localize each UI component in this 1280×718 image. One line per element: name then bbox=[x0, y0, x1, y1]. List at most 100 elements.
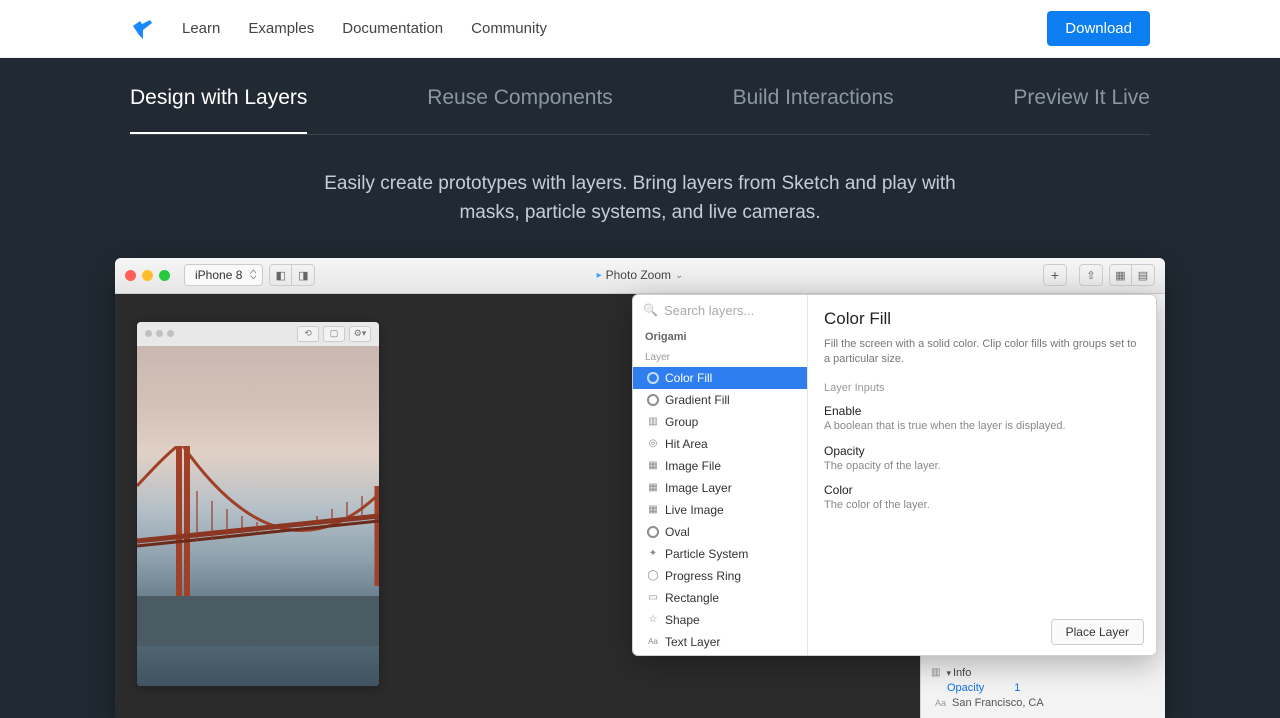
settings-icon[interactable]: ⚙▾ bbox=[349, 326, 371, 342]
prop-desc: The opacity of the layer. bbox=[824, 459, 1140, 474]
right-panel-icon[interactable]: ◨ bbox=[292, 265, 314, 285]
layer-item-live-image[interactable]: Live Image bbox=[633, 499, 807, 521]
layer-item-label: Progress Ring bbox=[665, 569, 741, 583]
document-title[interactable]: ▸ Photo Zoom bbox=[597, 268, 684, 282]
layer-item-oval[interactable]: Oval bbox=[633, 521, 807, 543]
rect-icon bbox=[647, 592, 659, 604]
camera-icon[interactable]: ▢ bbox=[323, 326, 345, 342]
layer-item-progress-ring[interactable]: Progress Ring bbox=[633, 565, 807, 587]
zoom-icon[interactable] bbox=[159, 270, 170, 281]
add-layer-button[interactable]: + bbox=[1043, 264, 1067, 286]
view-mode-toggle[interactable]: ▦ ▤ bbox=[1109, 264, 1155, 286]
img-icon bbox=[647, 504, 659, 516]
nav-documentation[interactable]: Documentation bbox=[342, 20, 443, 37]
detail-description: Fill the screen with a solid color. Clip… bbox=[824, 337, 1140, 368]
prop-name: Enable bbox=[824, 404, 1140, 418]
detail-title: Color Fill bbox=[824, 309, 1140, 329]
img-icon bbox=[647, 460, 659, 472]
layer-picker-popover: Search layers... Origami Layer Color Fil… bbox=[632, 294, 1157, 656]
inspector-opacity-row[interactable]: Opacity 1 bbox=[921, 682, 1165, 694]
feature-subtitle: Easily create prototypes with layers. Br… bbox=[320, 169, 960, 228]
logo-icon[interactable] bbox=[130, 17, 154, 41]
device-selector[interactable]: iPhone 8 bbox=[184, 264, 263, 286]
layer-item-image-file[interactable]: Image File bbox=[633, 455, 807, 477]
detail-inputs-label: Layer Inputs bbox=[824, 382, 1140, 394]
star-icon bbox=[647, 614, 659, 626]
inspector-info-label: Info bbox=[946, 667, 971, 679]
download-button[interactable]: Download bbox=[1047, 11, 1150, 46]
layer-item-label: Shape bbox=[665, 613, 700, 627]
inspector-info-group[interactable]: ▥ Info bbox=[921, 664, 1165, 682]
nav-examples[interactable]: Examples bbox=[248, 20, 314, 37]
inspector-location-row[interactable]: Aa San Francisco, CA bbox=[921, 694, 1165, 712]
ring-icon bbox=[647, 570, 659, 582]
place-layer-button[interactable]: Place Layer bbox=[1051, 619, 1144, 645]
tab-build-interactions[interactable]: Build Interactions bbox=[733, 58, 894, 134]
layer-item-label: Oval bbox=[665, 525, 690, 539]
opacity-value: 1 bbox=[1014, 682, 1020, 694]
prop-desc: The color of the layer. bbox=[824, 498, 1140, 513]
prop-color: ColorThe color of the layer. bbox=[824, 483, 1140, 513]
layer-item-label: Image File bbox=[665, 459, 721, 473]
circle-icon bbox=[647, 526, 659, 538]
layer-group-label: Layer bbox=[633, 348, 807, 367]
layer-item-particle-system[interactable]: Particle System bbox=[633, 543, 807, 565]
layer-item-label: Hit Area bbox=[665, 437, 708, 451]
preview-window: ⟲ ▢ ⚙▾ bbox=[137, 322, 379, 686]
layer-list-panel: Search layers... Origami Layer Color Fil… bbox=[633, 295, 808, 655]
nav-learn[interactable]: Learn bbox=[182, 20, 220, 37]
folder-icon: ▥ bbox=[931, 667, 940, 678]
reload-icon[interactable]: ⟲ bbox=[297, 326, 319, 342]
feature-section: Design with Layers Reuse Components Buil… bbox=[0, 58, 1280, 718]
aa-icon bbox=[647, 636, 659, 648]
location-value: San Francisco, CA bbox=[952, 697, 1044, 709]
tab-preview-live[interactable]: Preview It Live bbox=[1013, 58, 1150, 134]
layer-item-label: Particle System bbox=[665, 547, 748, 561]
preview-image bbox=[137, 346, 379, 686]
layer-item-text-layer[interactable]: Text Layer bbox=[633, 631, 807, 653]
circle-icon bbox=[647, 372, 659, 384]
search-input[interactable]: Search layers... bbox=[633, 295, 807, 326]
feature-tabs: Design with Layers Reuse Components Buil… bbox=[130, 58, 1150, 135]
list-view-icon[interactable]: ▤ bbox=[1132, 265, 1154, 285]
text-icon: Aa bbox=[935, 698, 946, 708]
preview-toolbar: ⟲ ▢ ⚙▾ bbox=[137, 322, 379, 346]
prop-desc: A boolean that is true when the layer is… bbox=[824, 419, 1140, 434]
tab-design-layers[interactable]: Design with Layers bbox=[130, 58, 307, 134]
share-icon[interactable]: ⇧ bbox=[1079, 264, 1103, 286]
img-icon bbox=[647, 482, 659, 494]
top-nav: Learn Examples Documentation Community D… bbox=[0, 0, 1280, 58]
layer-item-color-fill[interactable]: Color Fill bbox=[633, 367, 807, 389]
tab-reuse-components[interactable]: Reuse Components bbox=[427, 58, 613, 134]
minimize-icon[interactable] bbox=[142, 270, 153, 281]
layer-item-label: Image Layer bbox=[665, 481, 732, 495]
layer-item-group[interactable]: Group bbox=[633, 411, 807, 433]
document-title-text: Photo Zoom bbox=[606, 268, 671, 282]
document-icon: ▸ bbox=[597, 270, 602, 281]
layer-item-label: Rectangle bbox=[665, 591, 719, 605]
layer-item-label: Live Image bbox=[665, 503, 724, 517]
layer-item-rectangle[interactable]: Rectangle bbox=[633, 587, 807, 609]
close-icon[interactable] bbox=[125, 270, 136, 281]
layer-item-label: Color Fill bbox=[665, 371, 712, 385]
layer-item-label: Group bbox=[665, 415, 698, 429]
layer-item-image-layer[interactable]: Image Layer bbox=[633, 477, 807, 499]
spark-icon bbox=[647, 548, 659, 560]
layer-item-label: Text Layer bbox=[665, 635, 720, 649]
toolbar-panel-toggle[interactable]: ◧ ◨ bbox=[269, 264, 315, 286]
grid-view-icon[interactable]: ▦ bbox=[1110, 265, 1132, 285]
prop-enable: EnableA boolean that is true when the la… bbox=[824, 404, 1140, 434]
folder-icon bbox=[647, 416, 659, 428]
left-panel-icon[interactable]: ◧ bbox=[270, 265, 292, 285]
prop-name: Opacity bbox=[824, 444, 1140, 458]
circle-icon bbox=[647, 394, 659, 406]
nav-community[interactable]: Community bbox=[471, 20, 547, 37]
layer-item-shape[interactable]: Shape bbox=[633, 609, 807, 631]
prop-opacity: OpacityThe opacity of the layer. bbox=[824, 444, 1140, 474]
layer-item-hit-area[interactable]: Hit Area bbox=[633, 433, 807, 455]
preview-traffic-lights bbox=[145, 330, 174, 337]
layer-detail-panel: Color Fill Fill the screen with a solid … bbox=[808, 295, 1156, 655]
nav-links: Learn Examples Documentation Community bbox=[182, 20, 547, 37]
prop-name: Color bbox=[824, 483, 1140, 497]
layer-item-gradient-fill[interactable]: Gradient Fill bbox=[633, 389, 807, 411]
